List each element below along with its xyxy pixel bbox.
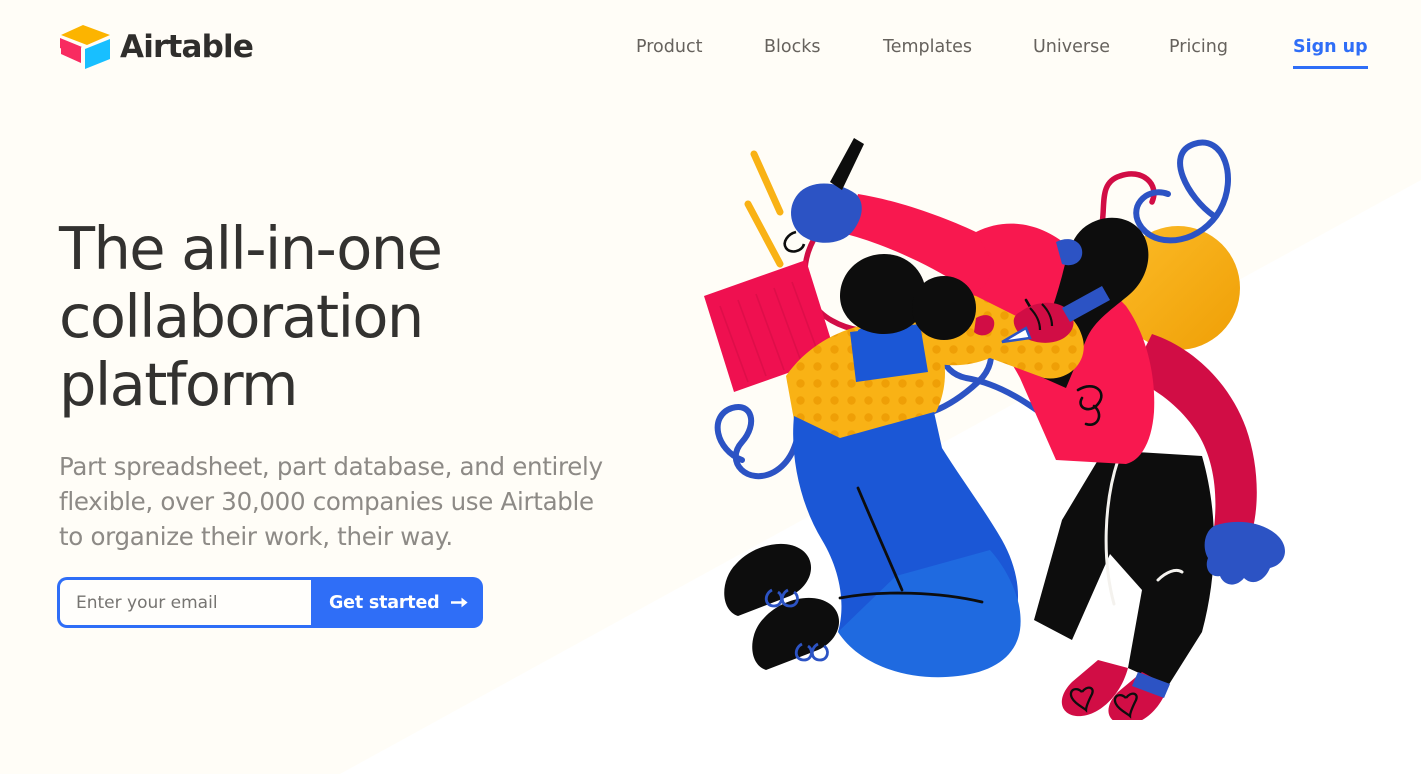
airtable-logo-icon	[60, 25, 110, 69]
get-started-label: Get started	[329, 592, 440, 613]
site-header: Airtable Product Blocks Templates Univer…	[0, 0, 1421, 98]
hero-illustration	[704, 138, 1285, 720]
nav-item-templates[interactable]: Templates	[883, 35, 972, 60]
landing-page: Airtable Product Blocks Templates Univer…	[0, 0, 1421, 774]
nav-item-pricing[interactable]: Pricing	[1169, 35, 1228, 60]
arrow-right-icon	[451, 597, 469, 608]
logo-wordmark: Airtable	[120, 28, 254, 65]
nav-item-blocks[interactable]: Blocks	[764, 35, 820, 60]
blue-loop-squiggle	[1133, 139, 1231, 244]
nav-item-universe[interactable]: Universe	[1033, 35, 1110, 60]
nav-item-product[interactable]: Product	[636, 35, 702, 60]
nav-item-sign-up[interactable]: Sign up	[1293, 35, 1368, 69]
airtable-logo[interactable]: Airtable	[59, 24, 254, 70]
hero-subheadline: Part spreadsheet, part database, and ent…	[59, 452, 603, 551]
get-started-button[interactable]: Get started	[311, 580, 480, 625]
email-input[interactable]	[60, 580, 311, 625]
hero-headline: The all-in-one collaboration platform	[59, 214, 443, 419]
email-signup-form: Get started	[60, 580, 480, 625]
hero-section: The all-in-one collaboration platform Pa…	[59, 215, 699, 554]
yellow-streak-marks	[744, 150, 784, 268]
